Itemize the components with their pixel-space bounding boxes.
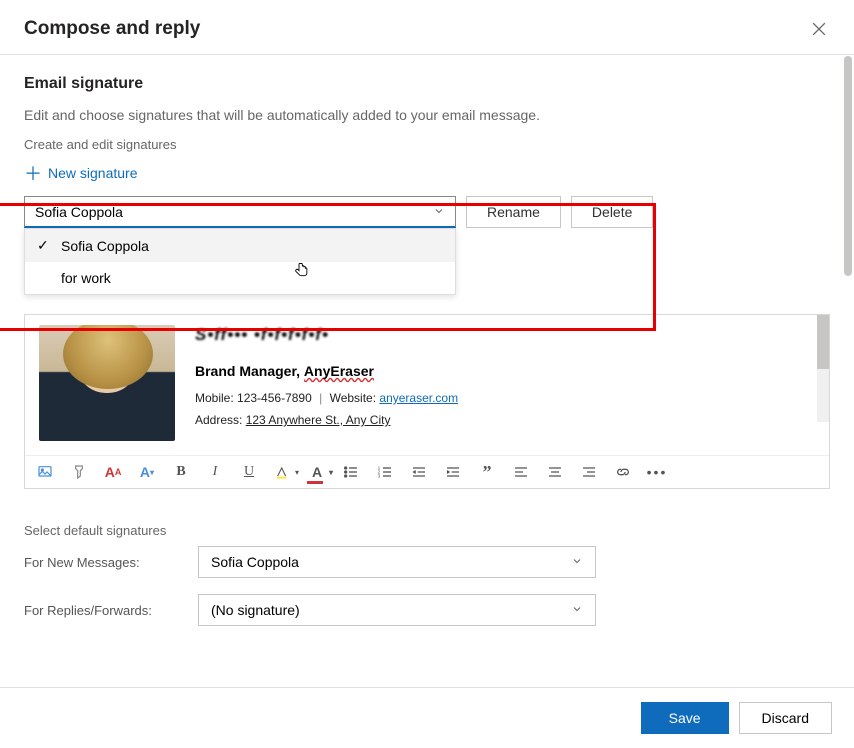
- signature-name: S•ff••• •f•f•f•f•f•: [195, 325, 815, 345]
- new-messages-select[interactable]: Sofia Coppola: [198, 546, 596, 578]
- chevron-down-icon: [571, 554, 583, 570]
- new-messages-label: For New Messages:: [24, 555, 172, 570]
- italic-icon[interactable]: I: [205, 462, 225, 482]
- save-button[interactable]: Save: [641, 702, 729, 734]
- signature-option[interactable]: for work: [25, 262, 455, 294]
- create-edit-label: Create and edit signatures: [24, 137, 830, 152]
- close-icon[interactable]: [808, 18, 830, 40]
- replies-select[interactable]: (No signature): [198, 594, 596, 626]
- align-right-icon[interactable]: [579, 462, 599, 482]
- font-decrease-icon[interactable]: A▾: [137, 462, 157, 482]
- avatar-image: [39, 325, 175, 441]
- page-scrollbar[interactable]: [844, 56, 852, 688]
- signature-contact: Mobile: 123-456-7890 | Website: anyerase…: [195, 391, 815, 405]
- signature-select[interactable]: Sofia Coppola: [24, 196, 456, 228]
- signature-address: Address: 123 Anywhere St., Any City: [195, 413, 815, 427]
- font-color-icon[interactable]: A▾: [307, 462, 327, 482]
- highlight-icon[interactable]: ▾: [273, 462, 293, 482]
- page-title: Compose and reply: [24, 18, 200, 40]
- plus-icon: ＋: [24, 160, 42, 186]
- editor-toolbar: AA A▾ B I U ▾ A▾ 123 ” •••: [25, 455, 829, 488]
- align-center-icon[interactable]: [545, 462, 565, 482]
- svg-text:3: 3: [378, 473, 381, 478]
- replies-label: For Replies/Forwards:: [24, 603, 172, 618]
- signature-editor[interactable]: S•ff••• •f•f•f•f•f• Brand Manager, AnyEr…: [24, 314, 830, 489]
- bold-icon[interactable]: B: [171, 462, 191, 482]
- delete-button[interactable]: Delete: [571, 196, 653, 228]
- signature-dropdown[interactable]: ✓ Sofia Coppola for work: [24, 228, 456, 295]
- option-label: for work: [61, 270, 111, 286]
- check-icon: ✓: [37, 237, 53, 254]
- align-left-icon[interactable]: [511, 462, 531, 482]
- image-icon[interactable]: [35, 462, 55, 482]
- new-signature-label: New signature: [48, 165, 138, 181]
- signature-select-value: Sofia Coppola: [35, 204, 123, 220]
- underline-icon[interactable]: U: [239, 462, 259, 482]
- outdent-icon[interactable]: [409, 462, 429, 482]
- section-desc: Edit and choose signatures that will be …: [24, 107, 830, 123]
- chevron-down-icon: [571, 602, 583, 618]
- defaults-title: Select default signatures: [24, 523, 830, 538]
- bullet-list-icon[interactable]: [341, 462, 361, 482]
- format-painter-icon[interactable]: [69, 462, 89, 482]
- new-signature-button[interactable]: ＋ New signature: [24, 160, 138, 186]
- editor-scrollbar[interactable]: [817, 315, 829, 422]
- option-label: Sofia Coppola: [61, 238, 149, 254]
- signature-jobtitle: Brand Manager, AnyEraser: [195, 363, 815, 379]
- font-increase-icon[interactable]: AA: [103, 462, 123, 482]
- section-title: Email signature: [24, 75, 830, 93]
- rename-button[interactable]: Rename: [466, 196, 561, 228]
- numbered-list-icon[interactable]: 123: [375, 462, 395, 482]
- more-icon[interactable]: •••: [647, 462, 667, 482]
- quote-icon[interactable]: ”: [477, 462, 497, 482]
- link-icon[interactable]: [613, 462, 633, 482]
- discard-button[interactable]: Discard: [739, 702, 832, 734]
- indent-icon[interactable]: [443, 462, 463, 482]
- signature-option[interactable]: ✓ Sofia Coppola: [25, 229, 455, 262]
- chevron-down-icon: [433, 204, 445, 220]
